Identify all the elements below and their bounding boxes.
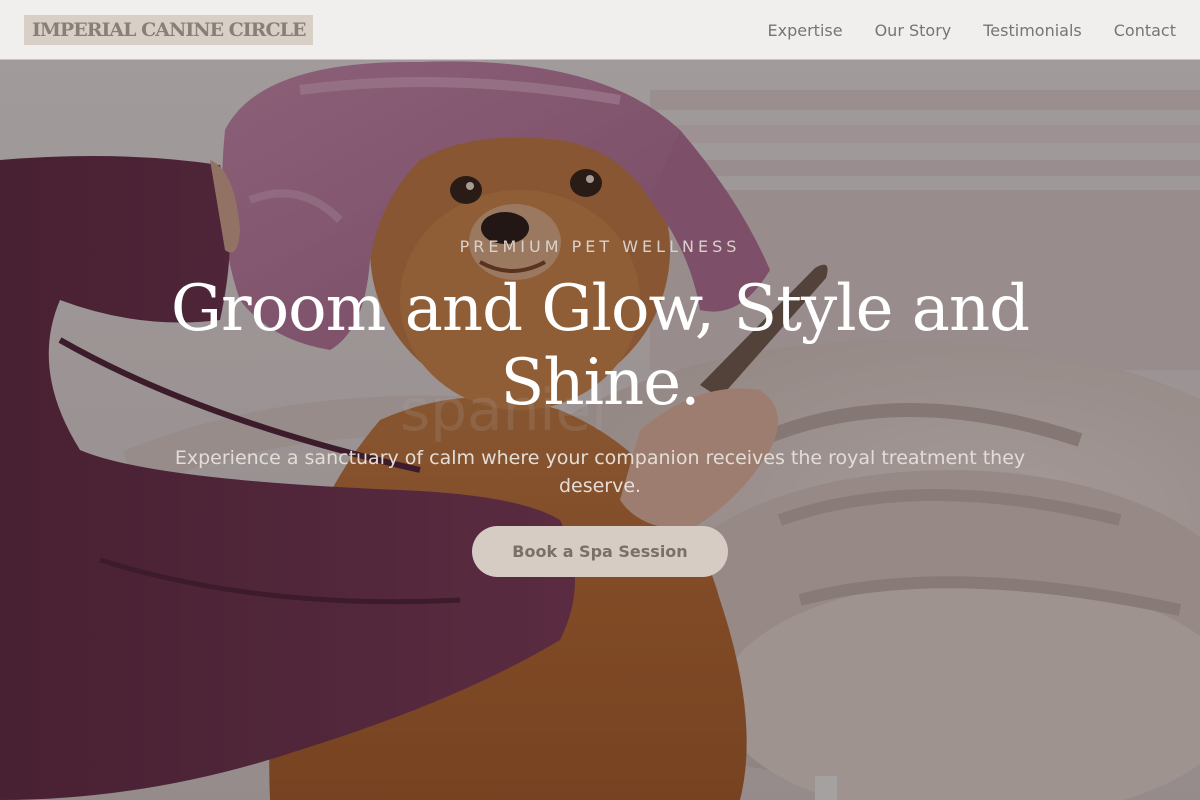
hero-headline: Groom and Glow, Style and Shine. bbox=[170, 272, 1030, 420]
hero-subtext: Experience a sanctuary of calm where you… bbox=[174, 447, 1026, 497]
landing-page: spaniel IMPERIAL CANINE CIRCLE Expertise… bbox=[0, 0, 1200, 800]
hero-eyebrow: PREMIUM PET WELLNESS bbox=[459, 237, 741, 256]
main-nav: Expertise Our Story Testimonials Contact bbox=[736, 0, 1176, 60]
nav-link-testimonials[interactable]: Testimonials bbox=[983, 21, 1082, 40]
book-spa-session-button[interactable]: Book a Spa Session bbox=[472, 526, 728, 577]
hero-section: PREMIUM PET WELLNESS Groom and Glow, Sty… bbox=[0, 0, 1200, 800]
nav-link-our-story[interactable]: Our Story bbox=[875, 21, 952, 40]
nav-link-contact[interactable]: Contact bbox=[1114, 21, 1176, 40]
nav-link-expertise[interactable]: Expertise bbox=[768, 21, 843, 40]
top-navbar: IMPERIAL CANINE CIRCLE Expertise Our Sto… bbox=[0, 0, 1200, 60]
site-logo[interactable]: IMPERIAL CANINE CIRCLE bbox=[24, 15, 314, 45]
